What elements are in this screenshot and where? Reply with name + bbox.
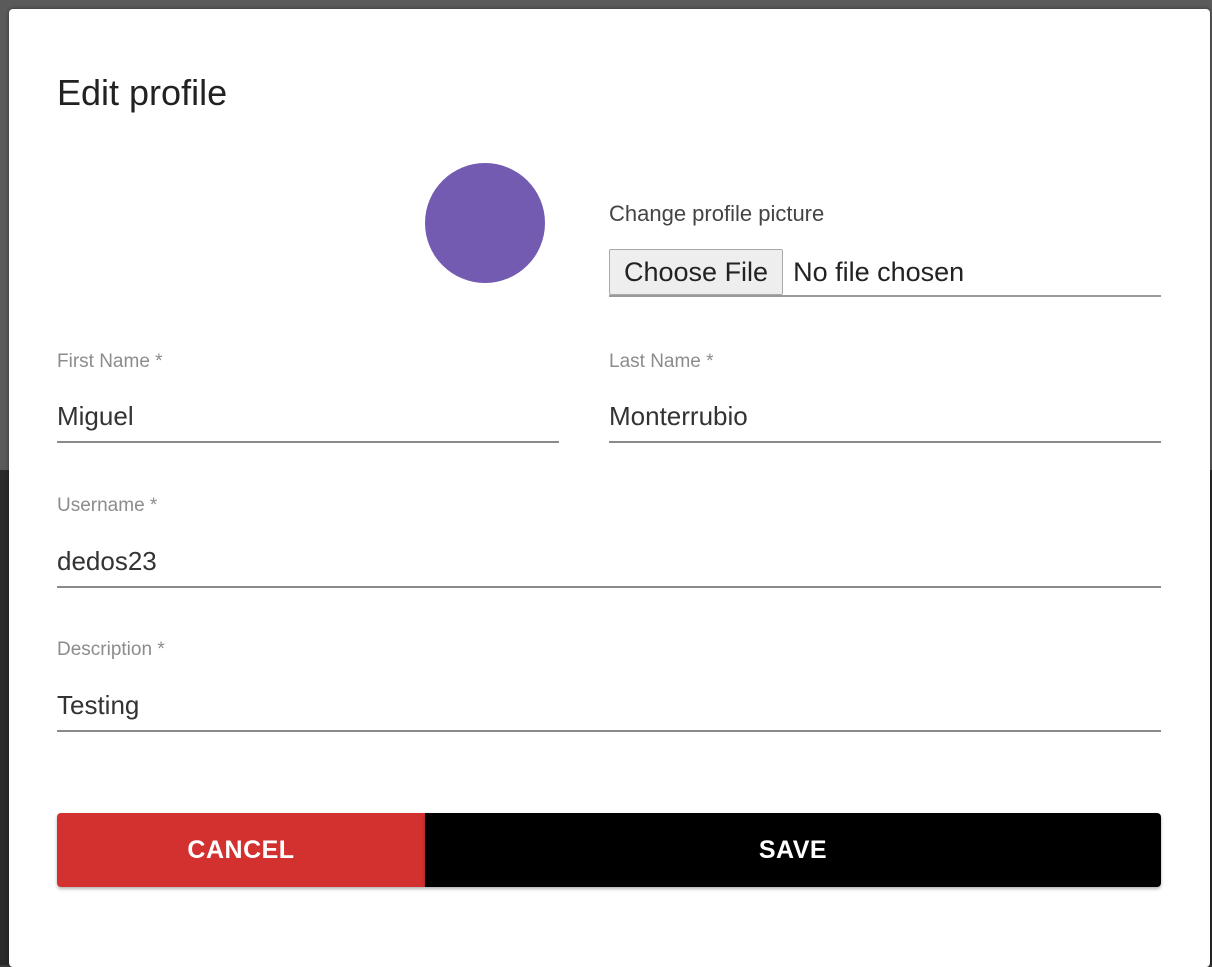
description-label: Description * — [57, 639, 165, 660]
save-button[interactable]: SAVE — [425, 813, 1161, 887]
username-label: Username * — [57, 495, 158, 516]
last-name-input[interactable] — [609, 399, 1161, 433]
username-input[interactable] — [57, 544, 1161, 578]
description-field: Description * — [57, 639, 1161, 732]
username-field: Username * — [57, 495, 1161, 588]
change-picture-label: Change profile picture — [609, 201, 825, 226]
cancel-button[interactable]: CANCEL — [57, 813, 425, 887]
file-input: Choose File No file chosen — [609, 249, 1161, 297]
first-name-label: First Name * — [57, 351, 163, 372]
first-name-input[interactable] — [57, 399, 559, 433]
avatar — [425, 163, 545, 283]
last-name-label: Last Name * — [609, 351, 714, 372]
dialog-title: Edit profile — [57, 72, 228, 113]
last-name-field: Last Name * — [609, 351, 1161, 443]
choose-file-button[interactable]: Choose File — [609, 249, 784, 295]
description-input[interactable] — [57, 688, 1161, 722]
first-name-field: First Name * — [57, 351, 559, 443]
edit-profile-dialog: Edit profile Change profile picture Choo… — [9, 9, 1210, 967]
file-status-text: No file chosen — [793, 257, 965, 287]
